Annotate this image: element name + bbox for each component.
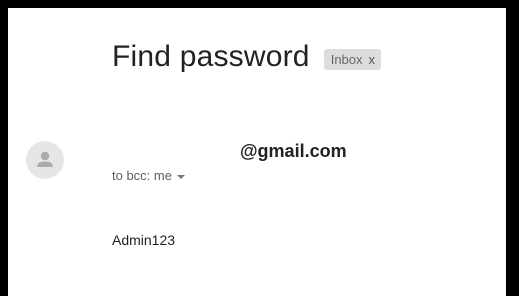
email-subject: Find password — [112, 40, 310, 73]
close-icon[interactable]: x — [369, 52, 376, 67]
caret-down-icon[interactable] — [176, 174, 185, 179]
person-avatar-icon[interactable] — [26, 141, 64, 179]
label-chip-inbox[interactable]: Inbox x — [323, 48, 382, 70]
email-body: Admin123 — [112, 232, 176, 248]
email-view: Find password Inbox x @gmail.com to bcc:… — [8, 8, 506, 296]
recipients-details[interactable]: to bcc: me — [112, 168, 185, 183]
label-chip-text: Inbox — [330, 51, 363, 67]
subject-row: Find password Inbox x — [112, 40, 382, 74]
recipients-text: to bcc: me — [112, 168, 172, 183]
sender-address[interactable]: @gmail.com — [240, 141, 347, 162]
